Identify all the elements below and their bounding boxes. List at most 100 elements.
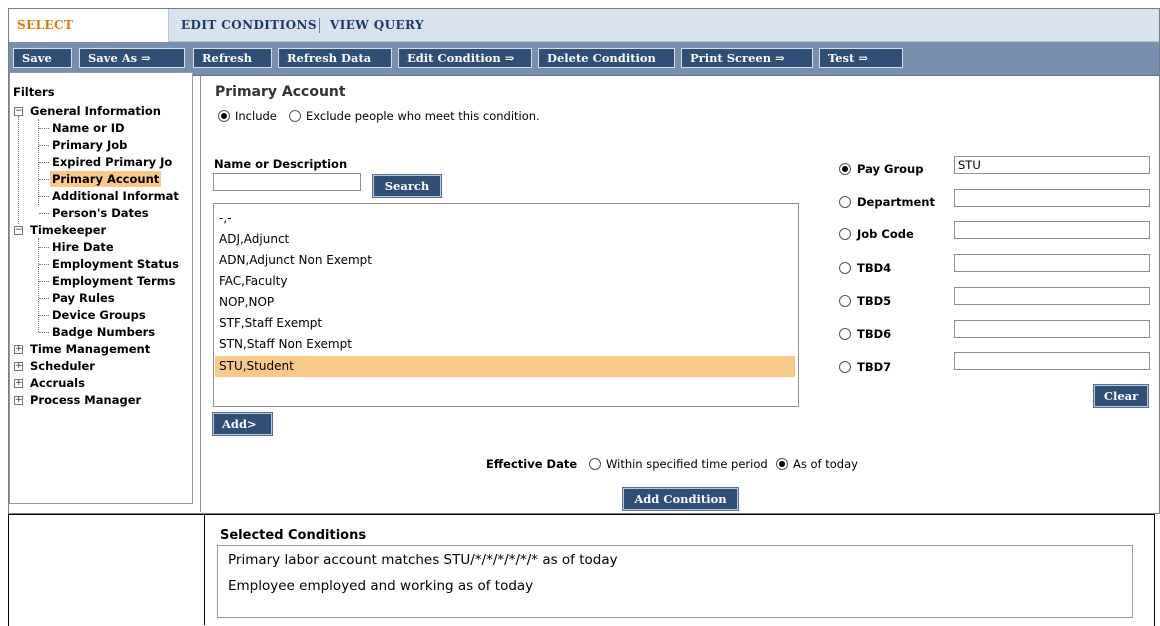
- tbd5-input[interactable]: [954, 287, 1150, 305]
- expand-icon[interactable]: +: [14, 362, 23, 371]
- include-label: Include: [235, 109, 277, 123]
- effective-date-label: Effective Date: [486, 457, 578, 471]
- tree-connector: [18, 116, 19, 224]
- as-of-today-radio[interactable]: [776, 458, 788, 470]
- list-item[interactable]: -,-: [215, 208, 795, 229]
- name-or-description-input[interactable]: [213, 173, 361, 191]
- tab-separator: [319, 18, 320, 33]
- expand-icon[interactable]: +: [14, 396, 23, 405]
- tree-leaf-employment-status[interactable]: Employment Status: [52, 256, 179, 272]
- clear-button[interactable]: Clear: [1094, 385, 1148, 407]
- tree-connector: [39, 196, 49, 197]
- test-button[interactable]: Test ⇒: [819, 48, 903, 68]
- tab-view-query[interactable]: VIEW QUERY: [322, 9, 432, 41]
- tree-connector: [39, 264, 49, 265]
- include-radio[interactable]: [218, 110, 230, 122]
- job-code-radio[interactable]: [839, 228, 851, 240]
- tree-node-time-management[interactable]: Time Management: [30, 341, 150, 357]
- tree-connector: [39, 162, 49, 163]
- tree-connector: [39, 145, 49, 146]
- tree-leaf-expired-primary-job[interactable]: Expired Primary Jo: [52, 154, 172, 170]
- as-of-today-label: As of today: [793, 457, 858, 471]
- tbd6-input[interactable]: [954, 320, 1150, 338]
- list-item[interactable]: ADJ,Adjunct: [215, 229, 795, 250]
- pay-group-radio[interactable]: [839, 163, 851, 175]
- list-item[interactable]: STN,Staff Non Exempt: [215, 334, 795, 355]
- condition-title: Primary Account: [215, 84, 346, 100]
- print-screen-button[interactable]: Print Screen ⇒: [681, 48, 813, 68]
- tree-leaf-primary-account[interactable]: Primary Account: [50, 171, 162, 187]
- tree-node-timekeeper[interactable]: Timekeeper: [30, 222, 106, 238]
- list-item[interactable]: STF,Staff Exempt: [215, 313, 795, 334]
- tree-leaf-pay-rules[interactable]: Pay Rules: [52, 290, 115, 306]
- panel-divider: [200, 72, 201, 512]
- list-item[interactable]: FAC,Faculty: [215, 271, 795, 292]
- selected-conditions-box: Primary labor account matches STU/*/*/*/…: [217, 545, 1133, 618]
- exclude-label: Exclude people who meet this condition.: [306, 109, 540, 123]
- department-radio[interactable]: [839, 196, 851, 208]
- tab-select-conditions[interactable]: SELECT CONDITIONS: [9, 9, 169, 64]
- condition-line[interactable]: Employee employed and working as of toda…: [228, 578, 533, 594]
- tree-connector: [38, 238, 39, 332]
- tree-connector: [39, 298, 49, 299]
- tree-leaf-primary-job[interactable]: Primary Job: [52, 137, 127, 153]
- department-input[interactable]: [954, 189, 1150, 207]
- tree-connector: [39, 247, 49, 248]
- tree-connector: [39, 213, 49, 214]
- search-button[interactable]: Search: [373, 175, 441, 197]
- save-as-button[interactable]: Save As ⇒: [79, 48, 185, 68]
- tbd7-radio[interactable]: [839, 361, 851, 373]
- name-or-description-label: Name or Description: [214, 157, 348, 171]
- list-item[interactable]: NOP,NOP: [215, 292, 795, 313]
- department-label: Department: [857, 195, 935, 209]
- tree-leaf-device-groups[interactable]: Device Groups: [52, 307, 146, 323]
- tbd5-label: TBD5: [857, 294, 892, 308]
- refresh-button[interactable]: Refresh: [193, 48, 272, 68]
- tree-leaf-employment-terms[interactable]: Employment Terms: [52, 273, 176, 289]
- add-button[interactable]: Add>: [213, 413, 272, 435]
- collapse-icon[interactable]: −: [14, 226, 23, 235]
- tbd6-label: TBD6: [857, 327, 892, 341]
- within-period-label: Within specified time period: [606, 457, 768, 471]
- account-listbox: -,- ADJ,Adjunct ADN,Adjunct Non Exempt F…: [213, 203, 799, 407]
- tree-leaf-hire-date[interactable]: Hire Date: [52, 239, 114, 255]
- tree-leaf-badge-numbers[interactable]: Badge Numbers: [52, 324, 155, 340]
- tree-leaf-additional-information[interactable]: Additional Informat: [52, 188, 179, 204]
- refresh-data-button[interactable]: Refresh Data: [278, 48, 392, 68]
- tree-node-accruals[interactable]: Accruals: [30, 375, 85, 391]
- job-code-input[interactable]: [954, 221, 1150, 239]
- tbd5-radio[interactable]: [839, 295, 851, 307]
- tbd4-label: TBD4: [857, 261, 892, 275]
- tbd7-input[interactable]: [954, 352, 1150, 370]
- edit-condition-button[interactable]: Edit Condition ⇒: [398, 48, 532, 68]
- toolbar: Save Save As ⇒ Refresh Refresh Data Edit…: [9, 42, 1159, 76]
- tree-node-scheduler[interactable]: Scheduler: [30, 358, 95, 374]
- tbd4-input[interactable]: [954, 254, 1150, 272]
- list-item-selected[interactable]: STU,Student: [215, 356, 795, 377]
- tree-connector: [39, 332, 49, 333]
- tab-bar: SELECT CONDITIONS EDIT CONDITIONS VIEW Q…: [9, 9, 1159, 64]
- expand-icon[interactable]: +: [14, 345, 23, 354]
- selected-conditions-title: Selected Conditions: [220, 528, 367, 543]
- tab-edit-conditions[interactable]: EDIT CONDITIONS: [173, 9, 325, 41]
- tbd6-radio[interactable]: [839, 328, 851, 340]
- expand-icon[interactable]: +: [14, 379, 23, 388]
- list-item[interactable]: ADN,Adjunct Non Exempt: [215, 250, 795, 271]
- tree-leaf-name-or-id[interactable]: Name or ID: [52, 120, 125, 136]
- pay-group-label: Pay Group: [857, 162, 924, 176]
- condition-line[interactable]: Primary labor account matches STU/*/*/*/…: [228, 552, 618, 568]
- add-condition-button[interactable]: Add Condition: [623, 488, 738, 510]
- exclude-radio[interactable]: [289, 110, 301, 122]
- tbd4-radio[interactable]: [839, 262, 851, 274]
- tree-node-process-manager[interactable]: Process Manager: [30, 392, 141, 408]
- save-button[interactable]: Save: [13, 48, 72, 68]
- collapse-icon[interactable]: −: [14, 107, 23, 116]
- job-code-label: Job Code: [857, 227, 914, 241]
- tbd7-label: TBD7: [857, 360, 892, 374]
- within-period-radio[interactable]: [589, 458, 601, 470]
- tree-leaf-persons-dates[interactable]: Person's Dates: [52, 205, 149, 221]
- pay-group-input[interactable]: [954, 156, 1150, 174]
- filter-tree: Filters − General Information Name or ID…: [9, 72, 193, 504]
- tree-node-general-information[interactable]: General Information: [30, 103, 161, 119]
- delete-condition-button[interactable]: Delete Condition: [538, 48, 675, 68]
